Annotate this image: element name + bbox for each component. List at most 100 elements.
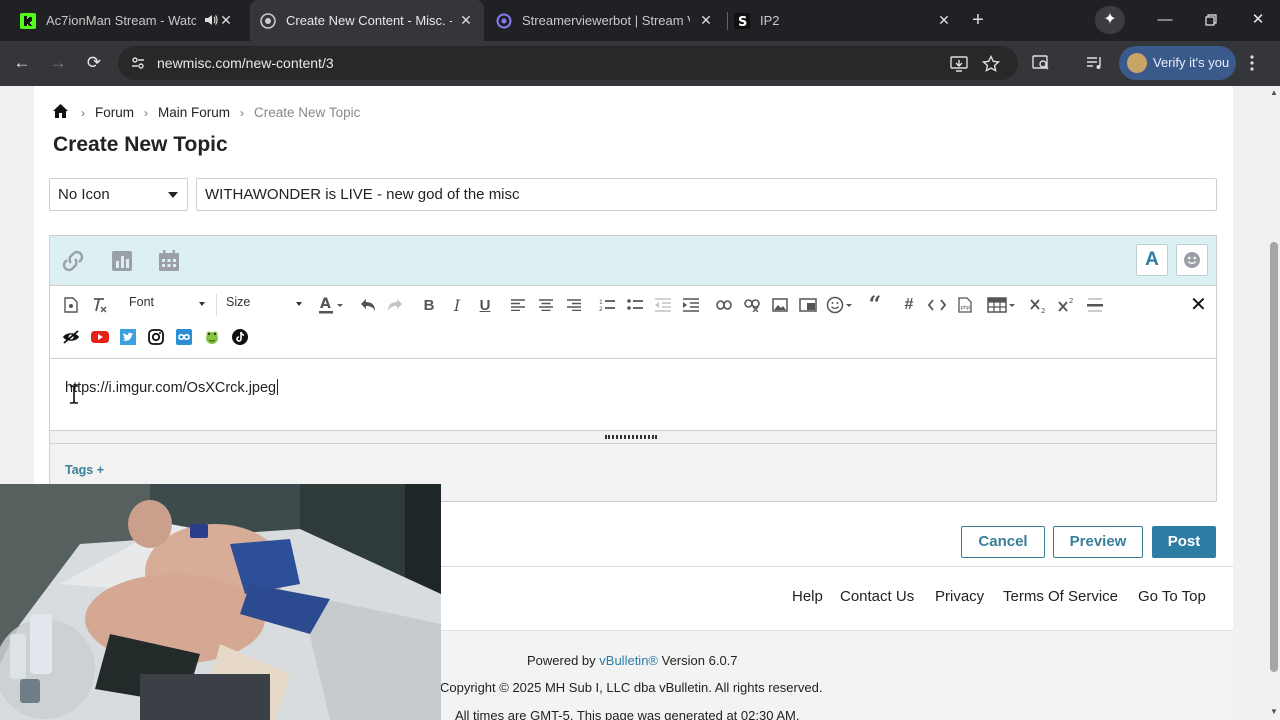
- post-button[interactable]: Post: [1152, 526, 1216, 558]
- tab-ip2[interactable]: S IP2 ✕: [730, 0, 962, 41]
- emoji-dropdown-icon[interactable]: [826, 295, 854, 315]
- size-dropdown[interactable]: Size: [226, 295, 304, 315]
- insert-link-icon[interactable]: [714, 295, 734, 315]
- calendar-icon[interactable]: [156, 248, 182, 274]
- italic-icon[interactable]: I: [447, 295, 467, 315]
- php-code-icon[interactable]: php: [955, 295, 975, 315]
- hashtag-icon[interactable]: #: [899, 295, 919, 315]
- verify-profile-button[interactable]: Verify it's you: [1119, 46, 1236, 80]
- insert-media-icon[interactable]: [798, 295, 818, 315]
- toolbar-divider: [216, 294, 217, 316]
- align-center-icon[interactable]: [536, 295, 556, 315]
- text-color-icon[interactable]: A: [318, 295, 346, 315]
- twitter-icon[interactable]: [118, 327, 138, 347]
- cancel-button[interactable]: Cancel: [961, 526, 1045, 558]
- indent-icon[interactable]: [681, 295, 701, 315]
- verify-label: Verify it's you: [1153, 55, 1230, 70]
- infinity-embed-icon[interactable]: [174, 327, 194, 347]
- avatar: [1127, 53, 1147, 73]
- underline-icon[interactable]: U: [475, 295, 495, 315]
- scroll-up-icon[interactable]: ▲: [1270, 89, 1278, 97]
- tab-stream[interactable]: Ac7ionMan Stream - Watch ✕: [8, 0, 244, 41]
- remove-format-icon[interactable]: [90, 295, 110, 315]
- editor-text-area[interactable]: https://i.imgur.com/OsXCrck.jpeg: [50, 360, 1216, 430]
- tiktok-icon[interactable]: [230, 327, 250, 347]
- page-scrollbar[interactable]: ▲ ▼: [1268, 86, 1280, 720]
- poll-chart-icon[interactable]: [109, 248, 135, 274]
- minimize-button[interactable]: —: [1155, 10, 1175, 30]
- tab-search-icon[interactable]: [1032, 54, 1050, 72]
- reload-button[interactable]: ⟳: [84, 53, 104, 73]
- align-right-icon[interactable]: [564, 295, 584, 315]
- horizontal-rule-icon[interactable]: [1085, 295, 1105, 315]
- bookmark-star-icon[interactable]: [981, 54, 1001, 73]
- breadcrumb-main-forum[interactable]: Main Forum: [158, 105, 230, 120]
- add-tags-link[interactable]: Tags +: [65, 463, 104, 477]
- insert-image-icon[interactable]: [770, 295, 790, 315]
- undo-icon[interactable]: [358, 295, 378, 315]
- tab-create-content[interactable]: Create New Content - Misc. - B ✕: [250, 0, 484, 41]
- close-tab-icon[interactable]: ✕: [218, 12, 234, 28]
- browser-menu-icon[interactable]: [1249, 53, 1255, 73]
- scroll-down-icon[interactable]: ▼: [1270, 708, 1278, 716]
- editor-toolbar: Font Size A B I U 1 2 “ # php 2 2 ✕: [50, 286, 1216, 359]
- quote-icon[interactable]: “: [865, 292, 885, 318]
- topic-icon-select[interactable]: No Icon: [49, 178, 188, 211]
- editor-resize-handle[interactable]: [50, 430, 1216, 444]
- footer-link-help[interactable]: Help: [792, 588, 823, 605]
- close-tab-icon[interactable]: ✕: [936, 12, 952, 28]
- powered-prefix: Powered by: [527, 653, 596, 668]
- link-icon[interactable]: [60, 248, 86, 274]
- breadcrumb-forum[interactable]: Forum: [95, 105, 134, 120]
- hide-content-icon[interactable]: [61, 327, 81, 347]
- back-button[interactable]: ←: [12, 53, 32, 73]
- close-editor-toolbar-icon[interactable]: ✕: [1190, 292, 1207, 317]
- code-icon[interactable]: [927, 295, 947, 315]
- bold-icon[interactable]: B: [419, 295, 439, 315]
- preview-button[interactable]: Preview: [1053, 526, 1143, 558]
- tab-title: Ac7ionMan Stream - Watch: [46, 13, 196, 28]
- time-info: All times are GMT-5. This page was gener…: [455, 708, 800, 720]
- restore-button[interactable]: [1201, 10, 1221, 30]
- close-tab-icon[interactable]: ✕: [458, 12, 474, 28]
- tab-streamerviewerbot[interactable]: Streamerviewerbot | Stream Vie ✕: [490, 0, 724, 41]
- text-format-toggle-button[interactable]: A: [1136, 244, 1168, 276]
- footer-link-terms[interactable]: Terms Of Service: [1003, 588, 1118, 605]
- smiley-button[interactable]: [1176, 244, 1208, 276]
- speaker-icon[interactable]: [204, 13, 218, 30]
- font-dropdown[interactable]: Font: [129, 295, 207, 315]
- install-app-icon[interactable]: [950, 55, 968, 73]
- scrollbar-thumb[interactable]: [1270, 242, 1278, 672]
- powered-version: Version 6.0.7: [661, 653, 738, 668]
- forward-button[interactable]: →: [48, 53, 68, 73]
- outdent-icon[interactable]: [653, 295, 673, 315]
- superscript-icon[interactable]: 2: [1057, 295, 1077, 315]
- footer-link-privacy[interactable]: Privacy: [935, 588, 984, 605]
- bullet-list-icon[interactable]: [625, 295, 645, 315]
- table-dropdown-icon[interactable]: [987, 295, 1017, 315]
- youtube-icon[interactable]: [90, 327, 110, 347]
- home-icon[interactable]: [52, 103, 69, 122]
- footer-link-contact[interactable]: Contact Us: [840, 588, 914, 605]
- vbulletin-link[interactable]: vBulletin®: [599, 653, 658, 668]
- close-tab-icon[interactable]: ✕: [698, 12, 714, 28]
- subscript-icon[interactable]: 2: [1029, 295, 1049, 315]
- source-mode-icon[interactable]: [61, 295, 81, 315]
- ordered-list-icon[interactable]: 12: [597, 295, 617, 315]
- breadcrumb: › Forum › Main Forum › Create New Topic: [52, 103, 360, 122]
- footer-link-top[interactable]: Go To Top: [1138, 588, 1206, 605]
- unlink-icon[interactable]: [742, 295, 762, 315]
- topic-title-input[interactable]: WITHAWONDER is LIVE - new god of the mis…: [196, 178, 1217, 211]
- copyright: Copyright © 2025 MH Sub I, LLC dba vBull…: [440, 680, 823, 695]
- tab-title: IP2: [760, 13, 780, 28]
- redo-icon[interactable]: [385, 295, 405, 315]
- address-bar[interactable]: newmisc.com/new-content/3: [118, 46, 1018, 80]
- new-tab-button[interactable]: +: [968, 10, 988, 30]
- media-controls-icon[interactable]: [1086, 54, 1104, 72]
- align-left-icon[interactable]: [508, 295, 528, 315]
- gemini-icon[interactable]: ✦: [1095, 6, 1125, 34]
- close-window-button[interactable]: ✕: [1248, 10, 1268, 30]
- site-info-icon[interactable]: [130, 55, 146, 71]
- instagram-icon[interactable]: [146, 327, 166, 347]
- frog-embed-icon[interactable]: [202, 327, 222, 347]
